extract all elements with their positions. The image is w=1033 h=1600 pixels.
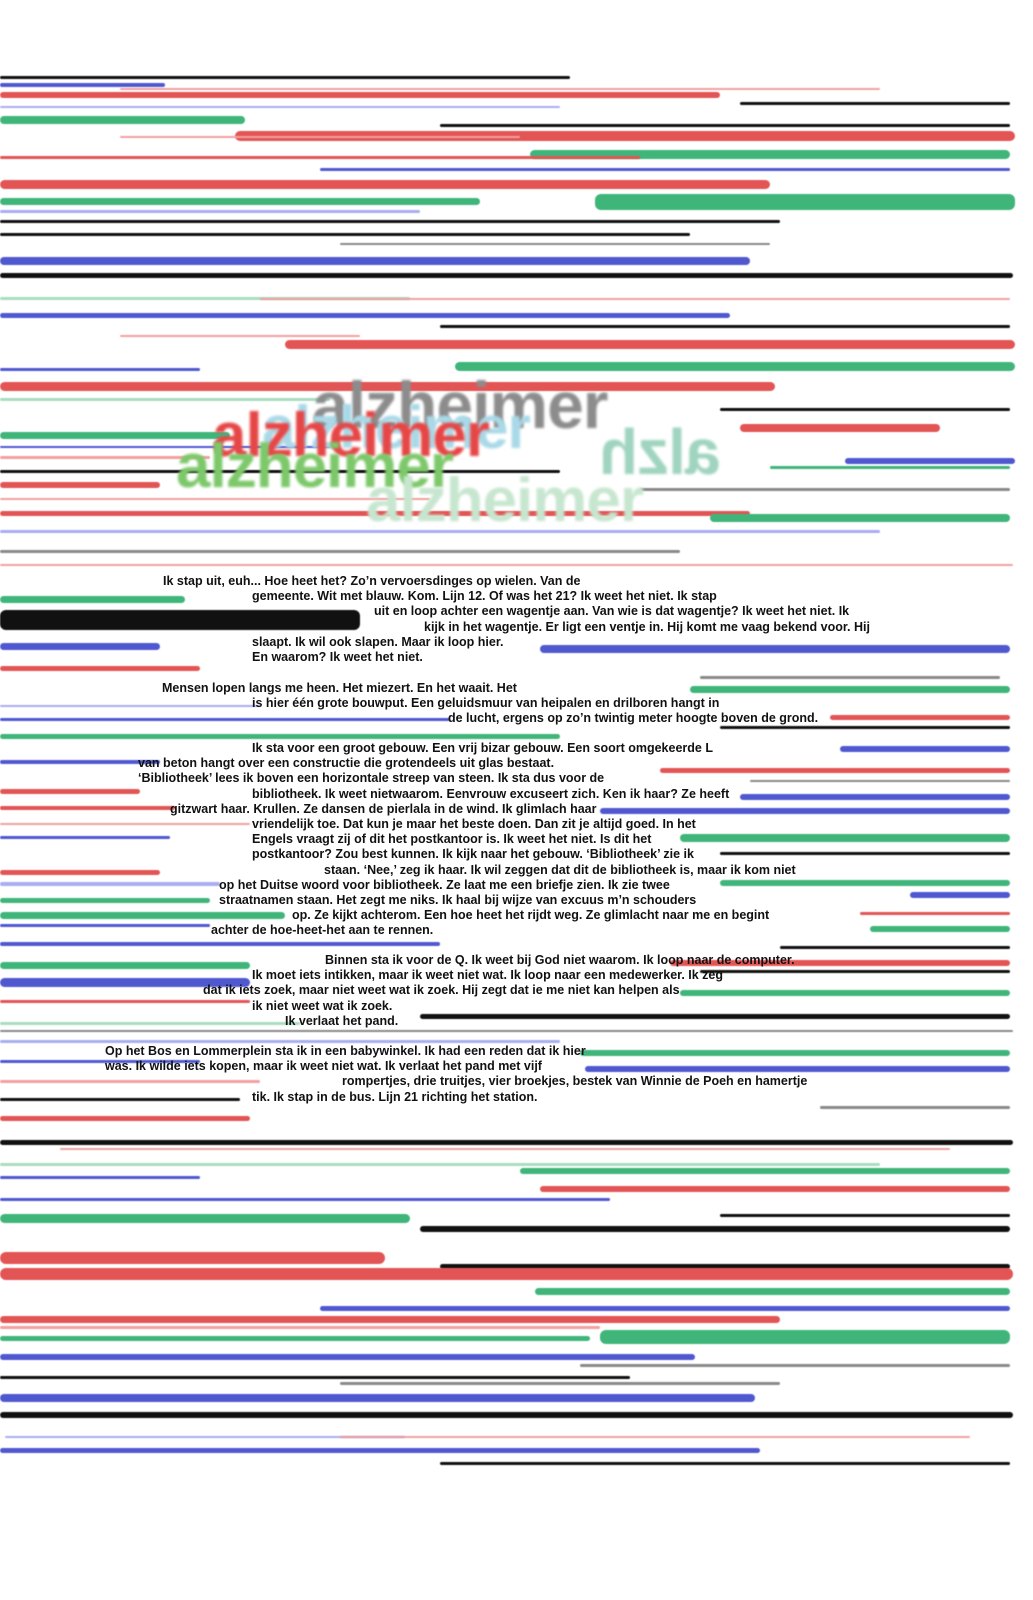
story-text: Ik stap uit, euh... Hoe heet het? Zo’n v… bbox=[0, 0, 1033, 1600]
story-line: Ik sta voor een groot gebouw. Een vrij b… bbox=[252, 741, 713, 755]
story-line: vriendelijk toe. Dat kun je maar het bes… bbox=[252, 817, 696, 831]
story-line: rompertjes, drie truitjes, vier broekjes… bbox=[342, 1074, 808, 1089]
story-line: op. Ze kijkt achterom. Een hoe heet het … bbox=[292, 908, 770, 923]
story-line: bibliotheek. Ik weet nietwaarom. Eenvrou… bbox=[252, 786, 730, 801]
story-line: Mensen lopen langs me heen. Het miezert.… bbox=[162, 681, 517, 695]
story-line: achter de hoe-heet-het aan te rennen. bbox=[211, 923, 434, 938]
story-line: Ik stap uit, euh... Hoe heet het? Zo’n v… bbox=[163, 574, 581, 588]
story-line: postkantoor? Zou best kunnen. Ik kijk na… bbox=[252, 847, 694, 862]
story-line: Ik moet iets intikken, maar ik weet niet… bbox=[252, 968, 724, 983]
story-line: ik niet weet wat ik zoek. bbox=[252, 998, 393, 1013]
story-line: tik. Ik stap in de bus. Lijn 21 richting… bbox=[252, 1089, 538, 1104]
story-line: Binnen sta ik voor de Q. Ik weet bij God… bbox=[325, 953, 795, 967]
story-line: is hier één grote bouwput. Een geluidsmu… bbox=[252, 696, 720, 711]
story-line: dat ik iets zoek, maar niet weet wat ik … bbox=[203, 983, 680, 998]
story-line: was. Ik wilde iets kopen, maar ik weet n… bbox=[105, 1059, 542, 1074]
story-line: Ik verlaat het pand. bbox=[285, 1013, 399, 1028]
story-line: op het Duitse woord voor bibliotheek. Ze… bbox=[219, 877, 670, 892]
story-line: van beton hangt over een constructie die… bbox=[138, 756, 555, 771]
story-line: gemeente. Wit met blauw. Kom. Lijn 12. O… bbox=[252, 589, 717, 604]
story-line: Op het Bos en Lommerplein sta ik in een … bbox=[105, 1044, 586, 1058]
story-line: Engels vraagt zij of dit het postkantoor… bbox=[252, 832, 652, 847]
story-line: kijk in het wagentje. Er ligt een ventje… bbox=[424, 619, 870, 634]
story-line: staan. ‘Nee,’ zeg ik haar. Ik wil zeggen… bbox=[324, 862, 796, 877]
story-line: gitzwart haar. Krullen. Ze dansen de pie… bbox=[170, 801, 597, 816]
story-line: slaapt. Ik wil ook slapen. Maar ik loop … bbox=[252, 634, 504, 649]
story-line: ‘Bibliotheek’ lees ik boven een horizont… bbox=[138, 771, 605, 786]
story-line: uit en loop achter een wagentje aan. Van… bbox=[374, 604, 850, 619]
story-line: de lucht, ergens op zo’n twintig meter h… bbox=[448, 711, 819, 726]
story-line: straatnamen staan. Het zegt me niks. Ik … bbox=[219, 893, 697, 907]
story-line: En waarom? Ik weet het niet. bbox=[252, 650, 423, 664]
